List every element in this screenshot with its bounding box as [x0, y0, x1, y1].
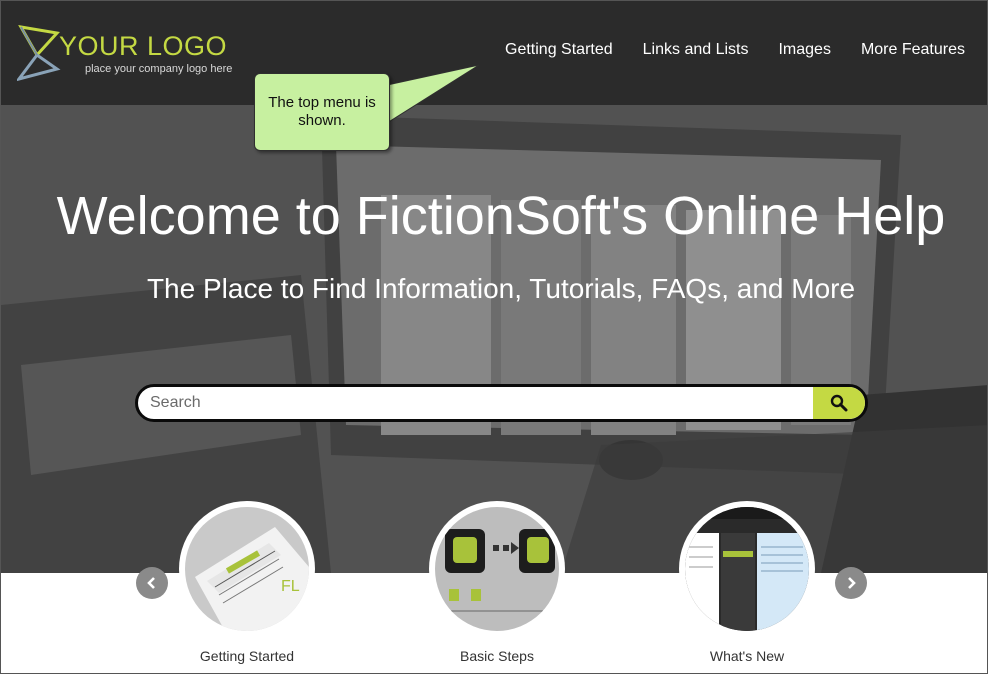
whats-new-thumbnail	[685, 507, 809, 631]
search-icon	[830, 394, 848, 412]
card-circle	[679, 501, 815, 637]
topic-carousel: FL Getting Started Basic Steps What's Ne…	[1, 497, 987, 673]
nav-item-more-features[interactable]: More Features	[861, 41, 965, 59]
nav-item-getting-started[interactable]: Getting Started	[505, 41, 613, 59]
card-circle	[429, 501, 565, 637]
search-input[interactable]	[138, 387, 814, 419]
top-bar: YOUR LOGO place your company logo here G…	[1, 1, 987, 105]
company-logo[interactable]: YOUR LOGO place your company logo here	[17, 25, 257, 85]
carousel-card-basic-steps[interactable]: Basic Steps	[417, 497, 577, 673]
search-bar	[135, 384, 868, 422]
nav-item-links-and-lists[interactable]: Links and Lists	[643, 41, 749, 59]
page-title: Welcome to FictionSoft's Online Help	[56, 186, 946, 246]
card-label: What's New	[709, 648, 785, 664]
chevron-right-icon	[848, 577, 856, 589]
top-menu: Getting Started Links and Lists Images M…	[505, 41, 965, 59]
logo-mark-icon	[17, 25, 61, 81]
chevron-left-icon	[147, 577, 155, 589]
carousel-card-getting-started[interactable]: FL Getting Started	[167, 497, 327, 673]
card-circle: FL	[179, 501, 315, 637]
help-page: YOUR LOGO place your company logo here G…	[0, 0, 988, 674]
search-button[interactable]	[813, 387, 865, 419]
logo-tagline: place your company logo here	[85, 63, 233, 75]
carousel-prev-button[interactable]	[136, 567, 168, 599]
page-subtitle: The Place to Find Information, Tutorials…	[146, 273, 856, 304]
carousel-card-whats-new[interactable]: What's New	[667, 497, 827, 673]
callout-text: The top menu is shown.	[268, 94, 376, 129]
card-label: Basic Steps	[460, 648, 534, 664]
logo-title: YOUR LOGO	[59, 31, 228, 61]
annotation-callout: The top menu is shown.	[254, 73, 390, 151]
basic-steps-thumbnail	[435, 507, 559, 631]
svg-text:FL: FL	[281, 578, 300, 595]
carousel-next-button[interactable]	[835, 567, 867, 599]
getting-started-thumbnail: FL	[185, 507, 309, 631]
nav-item-images[interactable]: Images	[778, 41, 830, 59]
card-label: Getting Started	[199, 648, 295, 664]
